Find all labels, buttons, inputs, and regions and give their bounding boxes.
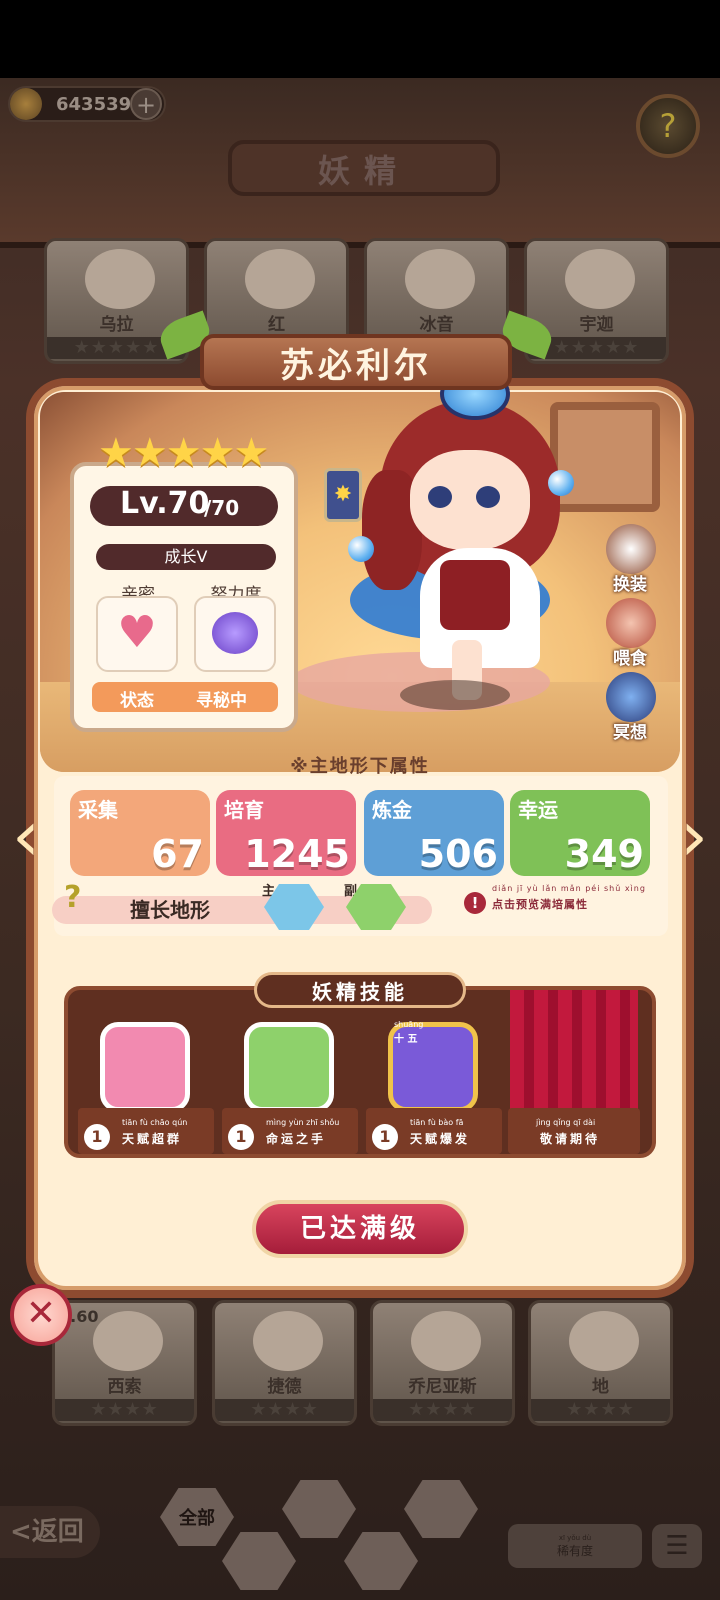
skill-name: 敬请期待 <box>540 1132 601 1146</box>
skill-pinyin: jìng qǐng qī dài <box>536 1118 596 1127</box>
fairy-card[interactable]: 地 ★★★★ <box>528 1300 673 1426</box>
previous-fairy-arrow[interactable]: ‹ <box>4 794 48 878</box>
status-label: 状态 <box>120 691 154 711</box>
skill-pinyin: tiān fù bào fā <box>410 1118 464 1127</box>
meat-icon[interactable] <box>606 598 656 648</box>
filter-all-label: 全部 <box>179 1508 215 1529</box>
fairy-card[interactable]: 乔尼亚斯 ★★★★ <box>370 1300 515 1426</box>
fairy-card-name: 冰音 <box>419 315 454 335</box>
fairy-card[interactable]: 捷德 ★★★★ <box>212 1300 357 1426</box>
attribute-value: 1245 <box>244 832 350 876</box>
coin-icon <box>10 88 42 120</box>
locked-skill-curtain <box>510 990 638 1122</box>
devil-face-icon <box>212 612 258 654</box>
fairy-max-level: /70 <box>204 496 240 520</box>
fairy-portrait <box>411 1311 481 1371</box>
attribute-value: 506 <box>418 832 498 876</box>
preview-max-attributes-link[interactable]: 点击预览满培属性 <box>492 896 588 912</box>
feed-button[interactable]: 喂食 <box>600 644 660 669</box>
skill-badge-pinyin: shuāng <box>394 1020 424 1029</box>
fairy-card[interactable]: v.60 西索 ★★★★ <box>52 1300 197 1426</box>
attribute-name: 炼金 <box>372 798 412 822</box>
warning-icon: ! <box>464 892 486 914</box>
terrain-label: 擅长地形 <box>130 898 210 922</box>
bubble-icon <box>548 470 574 496</box>
fairy-level: Lv.70 <box>120 486 210 521</box>
dress-icon[interactable] <box>606 524 656 574</box>
add-currency-button[interactable]: + <box>130 88 162 120</box>
help-button[interactable]: ? <box>636 94 700 158</box>
meditate-icon[interactable] <box>606 672 656 722</box>
attribute-luck: 幸运 349 <box>510 790 650 876</box>
fairy-portrait <box>405 249 475 309</box>
skill-badge: 十 五 <box>394 1034 418 1045</box>
wall-frame <box>550 402 660 512</box>
fairy-card-stars: ★★★★ <box>531 1399 670 1421</box>
tarot-card-icon[interactable]: ✸ <box>324 468 362 522</box>
status-value: 寻秘中 <box>196 691 247 711</box>
skill-level: 1 <box>228 1124 254 1150</box>
meditate-button[interactable]: 冥想 <box>600 718 660 743</box>
skill-name: 天赋爆发 <box>410 1132 471 1146</box>
status-bar <box>0 0 720 78</box>
attribute-value: 349 <box>564 832 644 876</box>
sort-label: 稀有度 <box>556 1544 593 1558</box>
character-shadow <box>400 680 510 710</box>
next-fairy-arrow[interactable]: › <box>672 794 716 878</box>
back-button[interactable]: <返回 <box>0 1506 100 1558</box>
terrain-help-icon[interactable]: ? <box>64 880 100 916</box>
fairy-portrait <box>245 249 315 309</box>
fairy-card-stars: ★★★★ <box>373 1399 512 1421</box>
list-view-button[interactable]: ☰ <box>652 1524 702 1568</box>
heart-icon: ♥ <box>117 607 157 658</box>
skill-icon[interactable] <box>100 1022 190 1112</box>
fairy-name: 苏必利尔 <box>280 346 432 386</box>
fairy-star-rating: ★★★★★ <box>98 430 269 476</box>
bubble-icon <box>348 536 374 562</box>
fairy-portrait <box>85 249 155 309</box>
max-level-button[interactable]: 已达满级 <box>252 1200 468 1258</box>
skills-title: 妖精技能 <box>312 980 408 1004</box>
fairy-card-name: 地 <box>592 1377 609 1397</box>
fairy-portrait <box>569 1311 639 1371</box>
fairy-portrait <box>253 1311 323 1371</box>
attribute-name: 采集 <box>78 798 118 822</box>
skill-pinyin: tiān fù chāo qún <box>122 1118 188 1127</box>
fairy-card-name: 捷德 <box>267 1377 302 1397</box>
skill-level: 1 <box>372 1124 398 1150</box>
fairy-card-name: 西索 <box>107 1377 142 1397</box>
fairy-card-stars: ★★★★ <box>215 1399 354 1421</box>
character-eye <box>428 486 452 508</box>
currency-amount: 643539 <box>56 94 132 115</box>
skill-icon[interactable] <box>244 1022 334 1112</box>
attribute-alchemy: 炼金 506 <box>364 790 504 876</box>
attribute-name: 培育 <box>224 798 264 822</box>
fairy-portrait <box>93 1311 163 1371</box>
fairy-portrait <box>565 249 635 309</box>
skill-pinyin: mìng yùn zhī shǒu <box>266 1118 340 1127</box>
fairy-card-stars: ★★★★ <box>55 1399 194 1421</box>
close-button[interactable]: ✕ <box>10 1284 72 1346</box>
fairy-card-name: 乔尼亚斯 <box>408 1377 477 1397</box>
sort-pinyin: xī yǒu dù <box>558 1534 592 1542</box>
skill-name: 命运之手 <box>266 1132 327 1146</box>
attribute-value: 67 <box>151 832 204 876</box>
character-eye <box>476 486 500 508</box>
sort-rarity-button[interactable]: xī yǒu dù 稀有度 <box>508 1524 642 1568</box>
character-skirt <box>440 560 510 630</box>
skill-level: 1 <box>84 1124 110 1150</box>
fairy-card-name: 红 <box>268 315 285 335</box>
page-title: 妖精 <box>317 152 410 190</box>
attribute-name: 幸运 <box>518 798 558 822</box>
change-outfit-button[interactable]: 换装 <box>600 570 660 595</box>
terrain-attributes-title: ※主地形下属性 <box>290 756 430 777</box>
attribute-nurture: 培育 1245 <box>216 790 356 876</box>
attribute-gather: 采集 67 <box>70 790 210 876</box>
skill-name: 天赋超群 <box>122 1132 183 1146</box>
warning-pinyin: diǎn jī yù lǎn mǎn péi shǔ xìng <box>492 884 646 893</box>
growth-tag: 成长V <box>96 544 276 570</box>
